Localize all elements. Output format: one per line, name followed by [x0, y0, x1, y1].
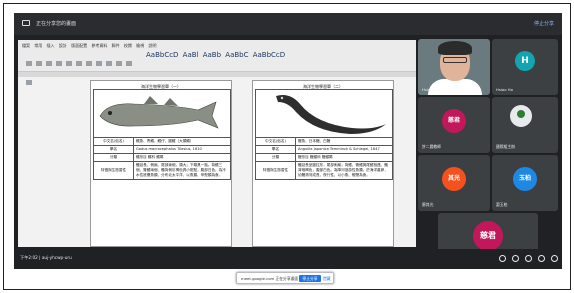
row-label: 特徵與生態習性 [255, 161, 296, 180]
document-page-right: 海洋生物學習單（二） 中文名(俗名) 鰻魚、日本鰻、白鰻 學名 Anguilla j… [252, 80, 394, 247]
eel-image-cell [255, 89, 393, 138]
shield-icon[interactable] [551, 255, 558, 262]
row-label: 分類 [255, 153, 296, 162]
row-value: 體延長呈圓柱形，尾部側扁；背鰭、臀鰭與尾鰭相連。體背暗褐色，腹部白色。為降河洄游… [295, 161, 393, 180]
row-value: 鰻魚、日本鰻、白鰻 [295, 137, 393, 146]
participant-name: 蕭玉柏 [496, 202, 508, 207]
row-value: 鱈魚、青鱈、鱈仔、圓鱈（大頭鱈） [133, 137, 231, 146]
ribbon-tools[interactable] [24, 52, 134, 85]
participant-tile[interactable]: 國際組主辦 [492, 97, 558, 153]
participant-tile[interactable]: 其光 廖其光 [418, 155, 490, 211]
doc-table: 中文名(俗名) 鱈魚、青鱈、鱈仔、圓鱈（大頭鱈） 學名 Gadus macrocep… [93, 89, 231, 180]
row-label: 中文名(俗名) [255, 137, 296, 146]
top-bar: 正在分享您的畫面 停止分享 [14, 13, 562, 35]
cod-fish-image [99, 96, 219, 129]
monitor-icon [22, 20, 30, 26]
participant-name: 國際組主辦 [496, 144, 515, 149]
participant-tile-camera[interactable]: Hsieh [418, 39, 490, 95]
ruler [18, 72, 416, 77]
participant-tile[interactable]: 玉柏 蕭玉柏 [492, 155, 558, 211]
row-value: Gadus macrocephalus Tilesius, 1810 [133, 145, 231, 154]
word-ribbon: 檔案 常用 插入 設計 版面配置 參考資料 郵件 校閱 檢視 說明 AaBbCc… [18, 40, 416, 85]
row-label: 學名 [255, 145, 296, 154]
shared-screen: 檔案 常用 插入 設計 版面配置 參考資料 郵件 校閱 檢視 說明 AaBbCc… [18, 40, 416, 247]
participant-name: Hsieh [422, 87, 433, 92]
meet-window: 正在分享您的畫面 停止分享 檔案 常用 插入 設計 版面配置 參考資料 郵件 校… [14, 13, 562, 269]
hide-button[interactable]: 隱藏 [323, 275, 331, 282]
row-value: 鱈形目 鱈科 鱈屬 [133, 153, 231, 162]
window-title: 正在分享您的畫面 [36, 21, 77, 27]
avatar: H [515, 51, 535, 71]
row-value: 鰻形目 鰻鱺科 鰻鱺屬 [295, 153, 393, 162]
participant-tile[interactable]: 慈君 許二晨教師 [418, 97, 490, 153]
participant-name: Hsiao Ho [496, 87, 513, 92]
info-icon[interactable] [499, 255, 506, 262]
avatar: 慈君 [442, 109, 466, 133]
participant-name: 許二晨教師 [422, 144, 441, 149]
avatar: 玉柏 [513, 167, 537, 191]
avatar: 慈君 [473, 221, 503, 251]
document-page-left: 海洋生物學習單（一） 中文名(俗名) 鱈魚、青鱈、鱈仔、圓鱈（大頭鱈） 學名 Gad… [90, 80, 232, 247]
row-value: 體延長，側扁，尾部漸細，頭大；下頜具一鬚。背鰭三個，臀鰭兩個，體背側灰褐色具小斑… [133, 161, 231, 180]
participant-tile[interactable]: H Hsiao Ho [492, 39, 558, 95]
stop-share-link[interactable]: 停止分享 [534, 20, 554, 27]
share-notification: meet.google.com 正在分享畫面 停止分享 隱藏 [236, 272, 334, 284]
fish-image-cell [93, 89, 231, 138]
row-label: 學名 [93, 145, 134, 154]
row-value: Anguilla japonica Temminck & Schlegel, 1… [295, 145, 393, 154]
chat-icon[interactable] [525, 255, 532, 262]
bottom-bar: 下午2:02 | auj-yhcwp-uru [14, 249, 562, 269]
row-label: 特徵與生態習性 [93, 161, 134, 180]
doc-table: 中文名(俗名) 鰻魚、日本鰻、白鰻 學名 Anguilla japonica Tem… [255, 89, 393, 180]
ribbon-tabs[interactable]: 檔案 常用 插入 設計 版面配置 參考資料 郵件 校閱 檢視 說明 [22, 43, 156, 49]
person-icon [510, 105, 532, 127]
share-notice-text: meet.google.com 正在分享畫面 [241, 276, 299, 281]
avatar: 其光 [442, 167, 466, 191]
row-label: 中文名(俗名) [93, 137, 134, 146]
glasses [443, 57, 467, 63]
activities-icon[interactable] [538, 255, 545, 262]
meeting-code: 下午2:02 | auj-yhcwp-uru [20, 255, 72, 260]
people-icon[interactable] [512, 255, 519, 262]
participant-name: 廖其光 [422, 202, 434, 207]
row-label: 分類 [93, 153, 134, 162]
stop-share-button[interactable]: 停止分享 [299, 275, 321, 282]
style-gallery[interactable]: AaBbCcD AaBl AaBb AaBbC AaBbCcD [146, 51, 285, 59]
eel-image [276, 95, 386, 134]
